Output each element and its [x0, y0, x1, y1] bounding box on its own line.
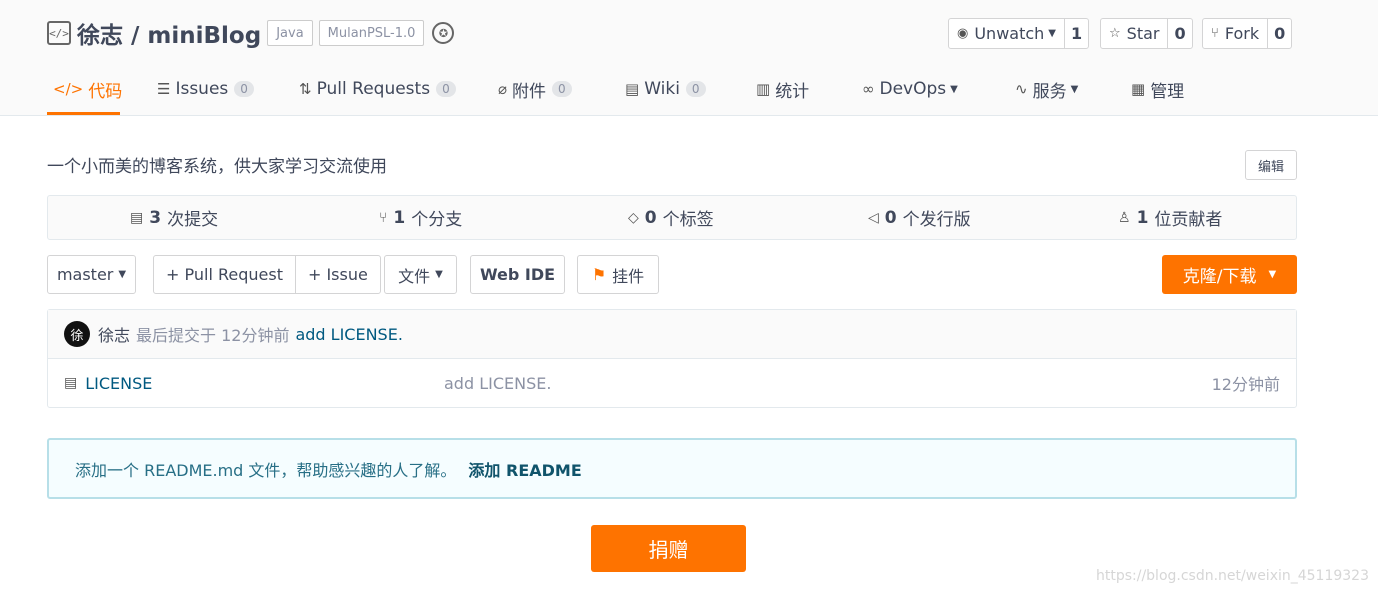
add-readme-link[interactable]: 添加 README	[468, 457, 581, 481]
watch-count[interactable]: 1	[1065, 19, 1088, 48]
tab-devops[interactable]: ∞ DevOps ▼	[862, 66, 958, 112]
fork-count[interactable]: 0	[1268, 19, 1291, 48]
star-button[interactable]: ☆ Star 0	[1100, 18, 1193, 49]
file-icon: ▤	[64, 375, 78, 391]
issues-icon: ☰	[157, 80, 171, 98]
file-name[interactable]: ▤ LICENSE	[64, 359, 152, 407]
commit-author[interactable]: 徐志	[98, 322, 130, 346]
donate-button[interactable]: 捐赠	[591, 525, 746, 572]
stat-contributors[interactable]: ♙ 1 位贡献者	[1118, 196, 1222, 239]
commit-message[interactable]: add LICENSE.	[295, 325, 402, 344]
issues-count: 0	[234, 81, 254, 97]
fork-icon: ⑂	[1211, 26, 1219, 41]
clone-download-button[interactable]: 克隆/下载 ▼	[1162, 255, 1297, 294]
repo-description: 一个小而美的博客系统，供大家学习交流使用	[47, 157, 387, 177]
file-table: 徐 徐志 最后提交于 12分钟前 add LICENSE. ▤ LICENSE a…	[47, 309, 1297, 408]
file-commit-time: 12分钟前	[1211, 375, 1280, 394]
branch-icon: ⑂	[379, 209, 388, 226]
edit-description-button[interactable]: 编辑	[1245, 150, 1297, 180]
web-ide-button[interactable]: Web IDE	[470, 255, 565, 294]
last-commit-row: 徐 徐志 最后提交于 12分钟前 add LICENSE.	[48, 310, 1296, 359]
fork-label[interactable]: ⑂ Fork	[1203, 19, 1269, 48]
tag-icon: ◇	[628, 209, 639, 226]
license-tag[interactable]: MulanPSL-1.0	[318, 20, 425, 46]
language-tag[interactable]: Java	[267, 20, 313, 46]
tab-stats[interactable]: ▥ 统计	[756, 66, 809, 112]
watch-label[interactable]: ◉ Unwatch ▼	[949, 19, 1065, 48]
commit-icon: ▤	[130, 209, 144, 226]
code-repo-icon: </>	[47, 21, 71, 45]
tab-issues[interactable]: ☰ Issues 0	[157, 66, 254, 112]
avatar[interactable]: 徐	[64, 321, 90, 347]
bookmark-icon: ⚑	[591, 265, 607, 284]
chevron-down-icon: ▼	[1268, 269, 1277, 280]
chevron-down-icon: ▼	[118, 269, 127, 280]
fork-button[interactable]: ⑂ Fork 0	[1202, 18, 1293, 49]
branch-select[interactable]: master ▼	[47, 255, 136, 294]
repo-title-bar: </> 徐志 / miniBlog Java MulanPSL-1.0 ✪	[47, 16, 455, 50]
pulse-icon: ∿	[1015, 80, 1028, 98]
star-label[interactable]: ☆ Star	[1101, 19, 1169, 48]
file-commit-message[interactable]: add LICENSE.	[444, 359, 551, 407]
repo-header: </> 徐志 / miniBlog Java MulanPSL-1.0 ✪ ◉ U…	[0, 0, 1378, 116]
pull-request-icon: ⇅	[299, 80, 312, 98]
commit-meta: 最后提交于 12分钟前	[136, 326, 290, 345]
contributors-icon: ♙	[1118, 209, 1131, 226]
infinity-icon: ∞	[862, 80, 875, 98]
tab-wiki[interactable]: ▤ Wiki 0	[625, 66, 706, 112]
repo-name[interactable]: 徐志 / miniBlog	[77, 16, 261, 50]
active-tab-underline	[47, 112, 120, 115]
chevron-down-icon: ▼	[1070, 83, 1079, 95]
chevron-down-icon: ▼	[435, 269, 443, 280]
eye-icon: ◉	[957, 26, 969, 41]
pulls-count: 0	[436, 81, 456, 97]
pendant-button[interactable]: ⚑ 挂件	[577, 255, 659, 294]
star-icon: ☆	[1109, 26, 1121, 41]
tab-attachments[interactable]: ⌀ 附件 0	[498, 66, 572, 112]
tab-pull-requests[interactable]: ⇅ Pull Requests 0	[299, 66, 456, 112]
send-icon: ◁	[868, 209, 879, 226]
pr-issue-group: + Pull Request + Issue	[153, 255, 381, 294]
code-icon: </>	[53, 80, 84, 98]
book-icon: ▤	[625, 80, 640, 98]
stat-commits[interactable]: ▤ 3 次提交	[130, 196, 218, 239]
files-dropdown[interactable]: 文件 ▼	[384, 255, 457, 294]
tab-services[interactable]: ∿ 服务 ▼	[1015, 66, 1078, 112]
new-issue-button[interactable]: + Issue	[294, 256, 380, 293]
chevron-down-icon: ▼	[950, 83, 958, 95]
bar-chart-icon: ▥	[756, 80, 771, 98]
stat-branches[interactable]: ⑂ 1 个分支	[379, 196, 462, 239]
new-pull-request-button[interactable]: + Pull Request	[154, 256, 295, 293]
watermark: https://blog.csdn.net/weixin_45119323	[1095, 568, 1369, 584]
tab-manage[interactable]: ▦ 管理	[1131, 66, 1184, 112]
watch-button[interactable]: ◉ Unwatch ▼ 1	[948, 18, 1090, 49]
stat-tags[interactable]: ◇ 0 个标签	[628, 196, 714, 239]
stat-releases[interactable]: ◁ 0 个发行版	[868, 196, 971, 239]
repo-stats-bar: ▤ 3 次提交 ⑂ 1 个分支 ◇ 0 个标签 ◁ 0 个发行版 ♙ 1 位贡献者	[47, 195, 1297, 240]
chevron-down-icon: ▼	[1048, 28, 1056, 39]
paperclip-icon: ⌀	[498, 80, 508, 98]
settings-doc-icon: ▦	[1131, 80, 1146, 98]
table-row: ▤ LICENSE add LICENSE. 12分钟前	[48, 359, 1296, 407]
tab-code[interactable]: </> 代码	[53, 66, 122, 112]
readme-notice-text: 添加一个 README.md 文件，帮助感兴趣的人了解。	[75, 460, 457, 480]
star-count[interactable]: 0	[1168, 19, 1191, 48]
attachments-count: 0	[552, 81, 572, 97]
readme-notice: 添加一个 README.md 文件，帮助感兴趣的人了解。 添加 README	[47, 438, 1297, 499]
wiki-count: 0	[685, 81, 706, 97]
recommend-badge-icon[interactable]: ✪	[432, 22, 455, 44]
